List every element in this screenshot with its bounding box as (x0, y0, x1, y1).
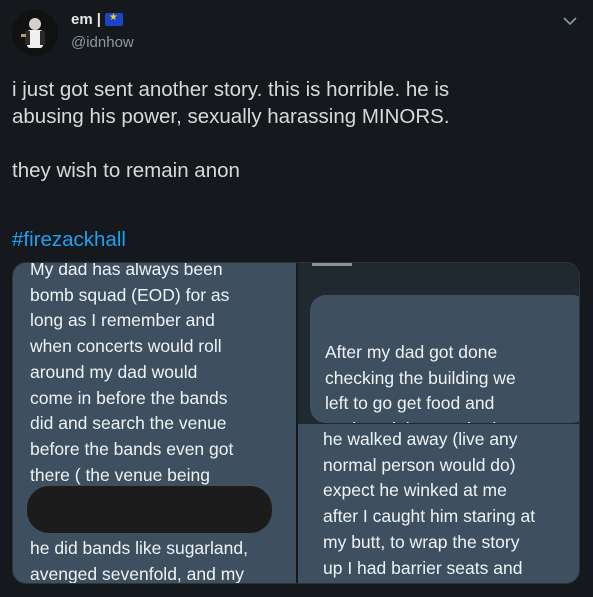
story-text-left: My dad has always been bomb squad (EOD) … (30, 262, 234, 485)
chevron-down-icon[interactable] (561, 12, 579, 30)
media-image-right[interactable]: After my dad got done checking the build… (298, 263, 579, 583)
hashtag-link[interactable]: #firezackhall (12, 226, 126, 253)
message-bubble: After my dad got done checking the build… (310, 295, 579, 423)
tweet-text: i just got sent another story. this is h… (12, 78, 450, 182)
eu-flag-icon (104, 12, 123, 26)
avatar[interactable] (12, 10, 58, 56)
user-name-row[interactable]: em | (71, 11, 123, 28)
tweet-media[interactable]: My dad has always been bomb squad (EOD) … (12, 262, 580, 584)
story-text-right-bottom: he walked away (live any normal person w… (323, 429, 536, 578)
message-bubble: he walked away (live any normal person w… (298, 424, 579, 583)
story-text-left-bottom: he did bands like sugarland, avenged sev… (30, 538, 248, 584)
media-image-left[interactable]: My dad has always been bomb squad (EOD) … (13, 263, 296, 583)
user-handle[interactable]: @idnhow (71, 34, 134, 51)
story-text-right-top: After my dad got done checking the build… (325, 342, 516, 423)
name-separator: | (96, 11, 101, 28)
divider (312, 263, 352, 266)
redaction-blot (27, 486, 272, 533)
display-name[interactable]: em (71, 11, 93, 28)
